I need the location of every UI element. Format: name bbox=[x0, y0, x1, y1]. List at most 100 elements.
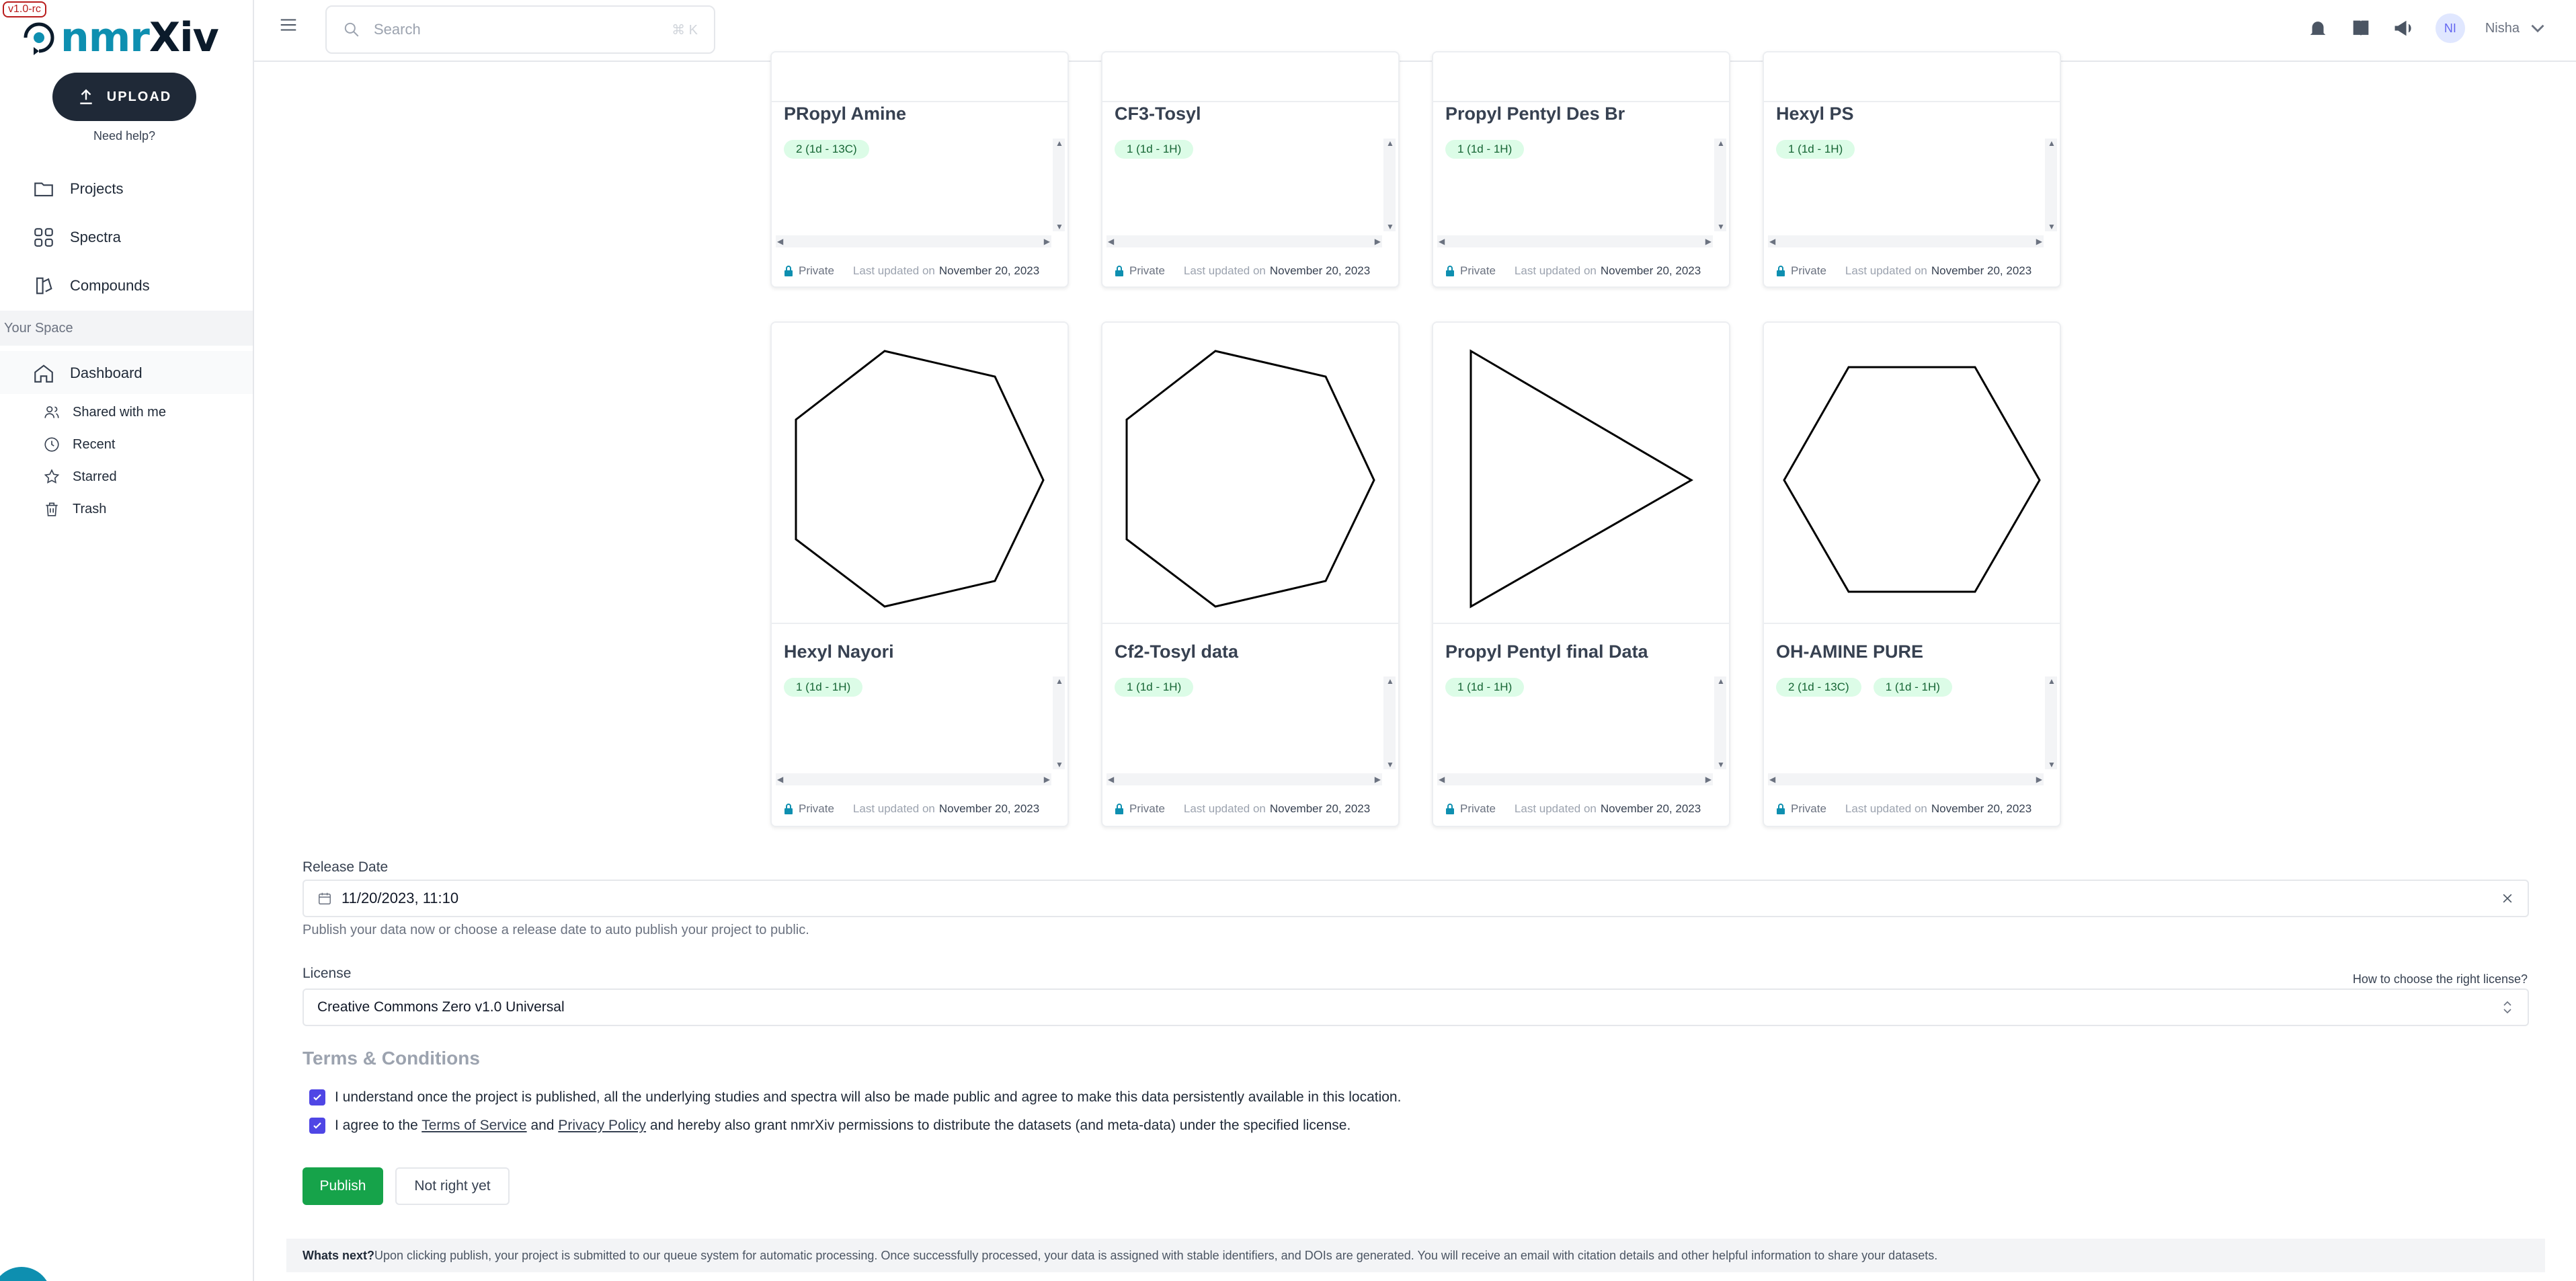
heptagon-structure bbox=[1125, 350, 1375, 608]
users-icon bbox=[44, 406, 59, 418]
license-label: License bbox=[303, 966, 352, 981]
lock-icon bbox=[784, 266, 793, 276]
card-structure-image bbox=[772, 323, 1068, 624]
project-card[interactable]: PRopyl Amine 2 (1d - 13C) ▲ ▼ ◀ ▶ Private … bbox=[770, 51, 1069, 288]
nav-spectra[interactable]: Spectra bbox=[32, 226, 121, 249]
megaphone-icon[interactable] bbox=[2392, 17, 2415, 40]
need-help-link[interactable]: Need help? bbox=[0, 129, 249, 143]
card-updated-prefix: Last updated on bbox=[852, 802, 935, 815]
card-structure-image bbox=[772, 52, 1068, 102]
card-scrollbar-h[interactable]: ◀ ▶ bbox=[1437, 773, 1713, 785]
compound-icon bbox=[36, 277, 52, 295]
checkbox-checked-icon[interactable] bbox=[309, 1089, 325, 1105]
card-updated-prefix: Last updated on bbox=[1183, 264, 1266, 277]
project-card[interactable]: Propyl Pentyl Des Br 1 (1d - 1H) ▲ ▼ ◀ ▶ P… bbox=[1432, 51, 1730, 288]
project-card[interactable]: Hexyl PS 1 (1d - 1H) ▲ ▼ ◀ ▶ Private Last … bbox=[1763, 51, 2061, 288]
card-scrollbar-v[interactable]: ▲ ▼ bbox=[2045, 676, 2057, 769]
card-title: Hexyl Nayori bbox=[784, 642, 894, 662]
card-structure-image bbox=[1102, 323, 1398, 624]
card-structure-image bbox=[1433, 52, 1729, 102]
terms-of-service-link[interactable]: Terms of Service bbox=[421, 1118, 526, 1133]
card-scrollbar-h[interactable]: ◀ ▶ bbox=[1768, 773, 2044, 785]
checkbox-checked-icon[interactable] bbox=[309, 1118, 325, 1134]
sub-shared-label: Shared with me bbox=[73, 404, 166, 420]
license-value: Creative Commons Zero v1.0 Universal bbox=[317, 999, 565, 1015]
card-scrollbar-v[interactable]: ▲ ▼ bbox=[1053, 139, 1065, 231]
heptagon-structure bbox=[795, 350, 1045, 608]
whats-next-label: Whats next? bbox=[303, 1248, 375, 1262]
card-title: Propyl Pentyl Des Br bbox=[1445, 104, 1625, 124]
select-updown-icon bbox=[2503, 1001, 2511, 1014]
logo[interactable]: nmrXiv bbox=[17, 16, 219, 59]
card-footer: Private Last updated on November 20, 202… bbox=[1115, 799, 1386, 819]
sub-recent[interactable]: Recent bbox=[43, 436, 115, 453]
project-card[interactable]: OH-AMINE PURE 2 (1d - 13C) 1 (1d - 1H) ▲… bbox=[1763, 321, 2061, 827]
card-badges: 1 (1d - 1H) bbox=[1445, 140, 1525, 159]
card-scrollbar-h[interactable]: ◀ ▶ bbox=[776, 235, 1051, 247]
nav-compounds[interactable]: Compounds bbox=[32, 274, 150, 297]
whats-next-text: Upon clicking publish, your project is s… bbox=[374, 1248, 1938, 1262]
book-icon[interactable] bbox=[2349, 17, 2372, 40]
user-menu[interactable]: Nisha bbox=[2485, 17, 2549, 40]
project-card[interactable]: Hexyl Nayori 1 (1d - 1H) ▲ ▼ ◀ ▶ Private L… bbox=[770, 321, 1069, 827]
terms-text-and: and bbox=[530, 1118, 555, 1133]
card-scrollbar-h[interactable]: ◀ ▶ bbox=[1106, 773, 1382, 785]
sub-starred[interactable]: Starred bbox=[43, 468, 117, 486]
card-scrollbar-h[interactable]: ◀ ▶ bbox=[1106, 235, 1382, 247]
terms-checkbox-2[interactable]: I agree to the Terms of Service and Priv… bbox=[309, 1118, 1351, 1134]
trash-icon bbox=[46, 502, 58, 516]
card-footer: Private Last updated on November 20, 202… bbox=[1776, 261, 2048, 281]
card-status: Private bbox=[1460, 802, 1496, 815]
project-card[interactable]: Propyl Pentyl final Data 1 (1d - 1H) ▲ ▼ … bbox=[1432, 321, 1730, 827]
chat-fab-button[interactable] bbox=[0, 1267, 51, 1281]
avatar[interactable]: NI bbox=[2435, 13, 2465, 43]
terms-checkbox-1[interactable]: I understand once the project is publish… bbox=[309, 1089, 1401, 1105]
not-right-yet-button[interactable]: Not right yet bbox=[395, 1167, 510, 1205]
card-scrollbar-h[interactable]: ◀ ▶ bbox=[1437, 235, 1713, 247]
sub-shared[interactable]: Shared with me bbox=[43, 403, 166, 421]
clear-icon[interactable] bbox=[2501, 892, 2514, 905]
upload-icon bbox=[80, 89, 92, 104]
menu-icon[interactable] bbox=[278, 15, 298, 35]
project-card[interactable]: Cf2-Tosyl data 1 (1d - 1H) ▲ ▼ ◀ ▶ Private… bbox=[1101, 321, 1400, 827]
card-badges: 1 (1d - 1H) bbox=[1115, 140, 1194, 159]
release-date-value: 11/20/2023, 11:10 bbox=[341, 890, 459, 906]
card-scrollbar-v[interactable]: ▲ ▼ bbox=[2045, 139, 2057, 231]
card-scrollbar-v[interactable]: ▲ ▼ bbox=[1383, 676, 1396, 769]
lock-icon bbox=[1115, 266, 1123, 276]
release-date-help: Publish your data now or choose a releas… bbox=[303, 923, 809, 937]
whats-next-banner: Whats next? Upon clicking publish, your … bbox=[286, 1239, 2545, 1272]
lock-icon bbox=[784, 804, 793, 814]
card-scrollbar-v[interactable]: ▲ ▼ bbox=[1053, 676, 1065, 769]
license-select[interactable]: Creative Commons Zero v1.0 Universal bbox=[303, 988, 2529, 1026]
card-scrollbar-h[interactable]: ◀ ▶ bbox=[1768, 235, 2044, 247]
release-date-field[interactable]: 11/20/2023, 11:10 bbox=[303, 880, 2529, 917]
card-title: CF3-Tosyl bbox=[1115, 104, 1201, 124]
nav-projects-label: Projects bbox=[70, 180, 124, 197]
nav-compounds-label: Compounds bbox=[70, 277, 150, 294]
topbar-actions: NI Nisha bbox=[2306, 13, 2549, 43]
card-scrollbar-h[interactable]: ◀ ▶ bbox=[776, 773, 1051, 785]
search-input[interactable]: Search ⌘ K bbox=[325, 5, 715, 54]
privacy-policy-link[interactable]: Privacy Policy bbox=[558, 1118, 646, 1133]
card-scrollbar-v[interactable]: ▲ ▼ bbox=[1714, 676, 1726, 769]
lock-icon bbox=[1777, 804, 1785, 814]
nav-dashboard[interactable]: Dashboard bbox=[32, 362, 143, 385]
upload-button[interactable]: UPLOAD bbox=[52, 73, 196, 121]
your-space-heading: Your Space bbox=[0, 311, 253, 346]
project-card[interactable]: CF3-Tosyl 1 (1d - 1H) ▲ ▼ ◀ ▶ Private Last… bbox=[1101, 51, 1400, 288]
upload-label: UPLOAD bbox=[106, 89, 172, 104]
card-scrollbar-v[interactable]: ▲ ▼ bbox=[1714, 139, 1726, 231]
nav-projects[interactable]: Projects bbox=[32, 178, 123, 200]
sub-starred-label: Starred bbox=[73, 469, 117, 484]
publish-button[interactable]: Publish bbox=[303, 1167, 383, 1205]
card-badges: 2 (1d - 13C) 1 (1d - 1H) bbox=[1776, 678, 1952, 697]
bell-icon[interactable] bbox=[2306, 17, 2329, 40]
card-scrollbar-v[interactable]: ▲ ▼ bbox=[1383, 139, 1396, 231]
version-badge: v1.0-rc bbox=[3, 1, 46, 17]
license-help-link[interactable]: How to choose the right license? bbox=[2353, 972, 2528, 986]
spectra-badge: 1 (1d - 1H) bbox=[1873, 678, 1952, 697]
sub-trash[interactable]: Trash bbox=[43, 500, 106, 518]
card-status: Private bbox=[1129, 802, 1165, 815]
card-updated-date: November 20, 2023 bbox=[1600, 264, 1701, 277]
